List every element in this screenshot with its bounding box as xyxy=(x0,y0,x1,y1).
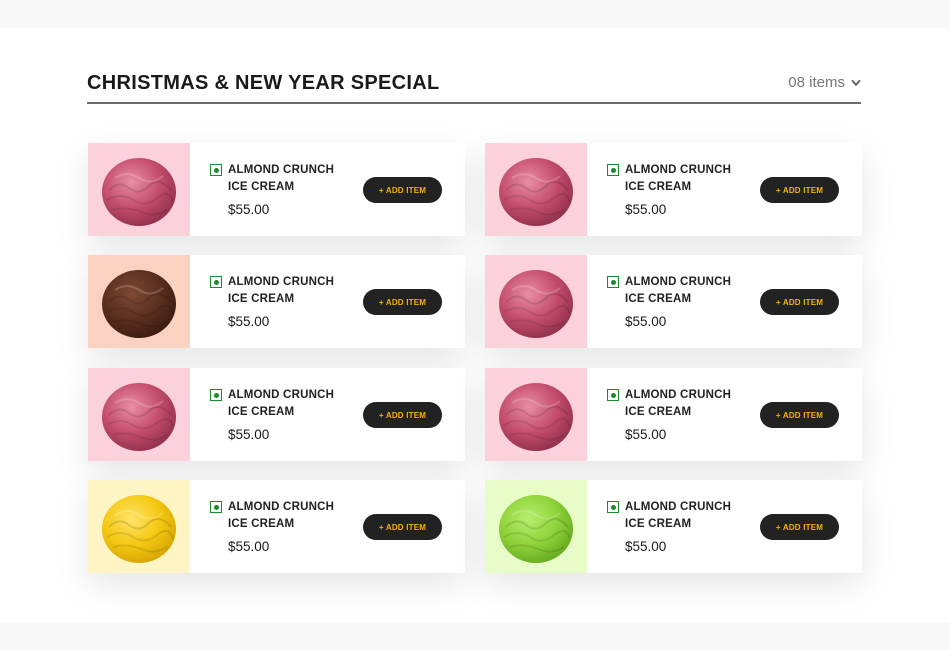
item-image xyxy=(485,143,587,236)
item-count-dropdown[interactable]: 08 items xyxy=(788,74,861,91)
veg-indicator-icon xyxy=(210,276,222,288)
item-price: $55.00 xyxy=(228,314,270,329)
item-price: $55.00 xyxy=(625,314,667,329)
item-name: ALMOND CRUNCH ICE CREAM xyxy=(228,501,335,530)
menu-item-card: ALMOND CRUNCH ICE CREAM $55.00 + ADD ITE… xyxy=(88,480,465,573)
item-image xyxy=(88,143,190,236)
item-image xyxy=(88,480,190,573)
menu-item-card: ALMOND CRUNCH ICE CREAM $55.00 + ADD ITE… xyxy=(88,255,465,348)
add-item-button[interactable]: + ADD ITEM xyxy=(363,289,442,315)
item-price: $55.00 xyxy=(228,539,270,554)
item-price: $55.00 xyxy=(625,539,667,554)
add-item-button[interactable]: + ADD ITEM xyxy=(760,514,839,540)
ice-cream-scoop-icon xyxy=(499,382,573,451)
section-title: CHRISTMAS & NEW YEAR SPECIAL xyxy=(87,72,440,94)
item-name: ALMOND CRUNCH ICE CREAM xyxy=(625,164,732,193)
menu-item-card: ALMOND CRUNCH ICE CREAM $55.00 + ADD ITE… xyxy=(485,368,862,461)
item-name: ALMOND CRUNCH ICE CREAM xyxy=(625,501,732,530)
item-price: $55.00 xyxy=(228,202,270,217)
add-item-button[interactable]: + ADD ITEM xyxy=(760,402,839,428)
item-price: $55.00 xyxy=(228,427,270,442)
add-item-button[interactable]: + ADD ITEM xyxy=(363,402,442,428)
ice-cream-scoop-icon xyxy=(102,157,176,226)
veg-indicator-icon xyxy=(210,164,222,176)
menu-item-card: ALMOND CRUNCH ICE CREAM $55.00 + ADD ITE… xyxy=(485,143,862,236)
add-item-button[interactable]: + ADD ITEM xyxy=(363,514,442,540)
veg-indicator-icon xyxy=(607,389,619,401)
add-item-button[interactable]: + ADD ITEM xyxy=(760,177,839,203)
ice-cream-scoop-icon xyxy=(102,494,176,563)
item-image xyxy=(485,255,587,348)
ice-cream-scoop-icon xyxy=(499,269,573,338)
item-image xyxy=(485,368,587,461)
item-name: ALMOND CRUNCH ICE CREAM xyxy=(228,389,335,418)
item-name: ALMOND CRUNCH ICE CREAM xyxy=(228,276,335,305)
veg-indicator-icon xyxy=(607,501,619,513)
ice-cream-scoop-icon xyxy=(499,494,573,563)
chevron-down-icon xyxy=(851,79,861,86)
item-image xyxy=(88,368,190,461)
item-name: ALMOND CRUNCH ICE CREAM xyxy=(625,276,732,305)
ice-cream-scoop-icon xyxy=(102,269,176,338)
veg-indicator-icon xyxy=(607,164,619,176)
item-price: $55.00 xyxy=(625,427,667,442)
veg-indicator-icon xyxy=(210,389,222,401)
add-item-button[interactable]: + ADD ITEM xyxy=(363,177,442,203)
menu-item-card: ALMOND CRUNCH ICE CREAM $55.00 + ADD ITE… xyxy=(88,368,465,461)
item-name: ALMOND CRUNCH ICE CREAM xyxy=(625,389,732,418)
section-header: CHRISTMAS & NEW YEAR SPECIAL 08 items xyxy=(87,72,861,104)
veg-indicator-icon xyxy=(607,276,619,288)
menu-item-card: ALMOND CRUNCH ICE CREAM $55.00 + ADD ITE… xyxy=(485,255,862,348)
item-name: ALMOND CRUNCH ICE CREAM xyxy=(228,164,335,193)
item-image xyxy=(88,255,190,348)
ice-cream-scoop-icon xyxy=(102,382,176,451)
item-image xyxy=(485,480,587,573)
add-item-button[interactable]: + ADD ITEM xyxy=(760,289,839,315)
item-count-label: 08 items xyxy=(788,74,845,91)
veg-indicator-icon xyxy=(210,501,222,513)
menu-item-card: ALMOND CRUNCH ICE CREAM $55.00 + ADD ITE… xyxy=(485,480,862,573)
item-price: $55.00 xyxy=(625,202,667,217)
menu-item-card: ALMOND CRUNCH ICE CREAM $55.00 + ADD ITE… xyxy=(88,143,465,236)
ice-cream-scoop-icon xyxy=(499,157,573,226)
